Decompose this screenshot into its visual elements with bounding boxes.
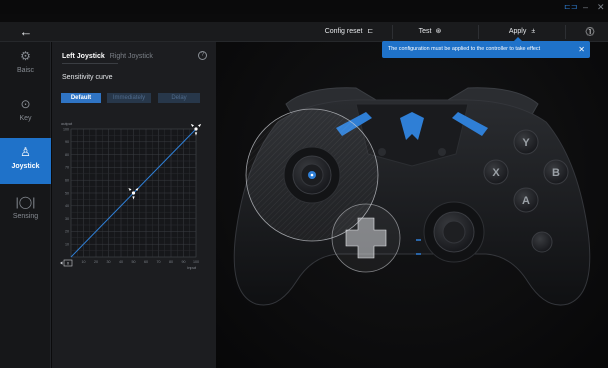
controller-preview: Y X B A [216,42,608,368]
sensitivity-curve-svg[interactable]: 10 20 30 40 50 60 70 80 90 100 10 20 30 40 50 60 70 80 90 1… [60,118,210,283]
test-button[interactable]: Test ⊛ [410,22,450,42]
x-tick-label: 50 [132,260,136,264]
toast-close-icon[interactable]: ✕ [578,41,585,58]
x-tick-label: 30 [107,260,111,264]
x-tick-label: 70 [157,260,161,264]
preset-delay-button[interactable]: Delay [158,93,200,103]
rear-paddle-button[interactable] [531,231,553,253]
apply-button[interactable]: Apply ± [497,22,547,42]
x-button-label: X [492,167,500,179]
y-tick-label: 30 [65,217,69,221]
x-tick-label: 90 [182,260,186,264]
y-tick-label: 70 [65,166,69,170]
sensitivity-curve-chart[interactable]: 10 20 30 40 50 60 70 80 90 100 10 20 30 40 50 60 70 80 90 1… [60,118,210,283]
sidebar-item-label: Baisc [16,67,35,74]
x-tick-label: 60 [144,260,148,264]
y-tick-label: 40 [65,204,69,208]
b-button-label: B [552,167,560,179]
gamepad-status-icon[interactable]: ⊏⊐ [564,2,577,12]
y-tick-label: 80 [65,153,69,157]
toolbar-divider [478,25,479,39]
sidebar-item-joystick[interactable]: ♙ Joystick [0,138,51,184]
config-reset-label: Config reset [324,28,363,35]
app-window: ⊏⊐ – ✕ ← Config reset ⊏ Test ⊛ Apply ± ⓵… [0,0,608,368]
y-tick-label: 10 [65,243,69,247]
deadzone-left-arrow-icon [60,261,63,265]
apply-reminder-toast: The configuration must be applied to the… [382,37,590,58]
close-window-icon[interactable]: ✕ [597,2,605,12]
a-button-label: A [522,195,530,207]
x-tick-label: 10 [82,260,86,264]
gear-icon: ⚙ [20,49,31,63]
control-point-handle[interactable] [194,127,198,131]
toolbar-divider [392,25,393,39]
sidebar-item-label: Sensing [12,213,39,220]
info-icon[interactable]: ⓵ [578,22,602,42]
drag-arrow-icon [190,123,194,127]
sidebar-item-sensing[interactable]: |◯| Sensing [0,188,51,234]
y-tick-label: 100 [63,127,69,131]
sensing-icon: |◯| [15,195,36,209]
deadzone-label: 0 [67,260,70,265]
control-point-handle[interactable] [131,191,136,195]
sidebar-nav: ⚙ Baisc ⊙ Key ♙ Joystick |◯| Sensing [0,42,51,368]
joystick-settings-panel: Left Joystick Right Joystick ? Sensitivi… [52,42,216,368]
gamepad-icon: ⊙ [20,97,31,111]
sensitivity-curve-title: Sensitivity curve [62,74,113,81]
x-tick-label: 40 [119,260,123,264]
preset-immediately-button[interactable]: Immediately [107,93,151,103]
download-icon: ± [531,28,536,35]
tab-left-joystick[interactable]: Left Joystick [62,53,105,60]
reset-icon: ⊏ [367,28,374,35]
preset-default-button[interactable]: Default [61,93,101,103]
sidebar-item-basic[interactable]: ⚙ Baisc [0,42,51,88]
back-arrow-icon[interactable]: ← [6,22,46,42]
controller-illustration: Y X B A [233,87,591,306]
toast-message: The configuration must be applied to the… [388,46,541,52]
joystick-icon: ♙ [20,145,31,159]
y-button-label: Y [522,137,530,149]
y-axis-label: output [61,121,73,126]
y-tick-label: 60 [65,179,69,183]
left-stick-position-center [310,173,314,177]
toolbar-divider [565,25,566,39]
x-tick-label: 80 [169,260,173,264]
sidebar-item-label: Key [19,115,32,122]
tab-right-joystick[interactable]: Right Joystick [110,53,153,60]
view-button[interactable] [378,148,386,156]
x-tick-label: 100 [193,260,199,264]
drag-arrow-icon [198,123,202,127]
config-reset-button[interactable]: Config reset ⊏ [306,22,392,42]
y-tick-label: 20 [65,230,69,234]
menu-button[interactable] [438,148,446,156]
title-bar: ⊏⊐ – ✕ [0,0,608,14]
joystick-tabs: Left Joystick Right Joystick [62,53,153,60]
right-stick-top [442,220,466,244]
test-label: Test [418,28,432,35]
test-icon: ⊛ [435,28,442,35]
sidebar-item-key[interactable]: ⊙ Key [0,90,51,136]
active-tab-indicator [62,63,118,64]
apply-label: Apply [508,28,527,35]
y-tick-label: 50 [65,191,69,195]
x-tick-label: 20 [94,260,98,264]
help-icon[interactable]: ? [198,51,207,60]
minimize-icon[interactable]: – [583,2,588,12]
x-axis-label: input [187,265,197,270]
sidebar-item-label: Joystick [11,163,40,170]
y-tick-label: 90 [65,140,69,144]
